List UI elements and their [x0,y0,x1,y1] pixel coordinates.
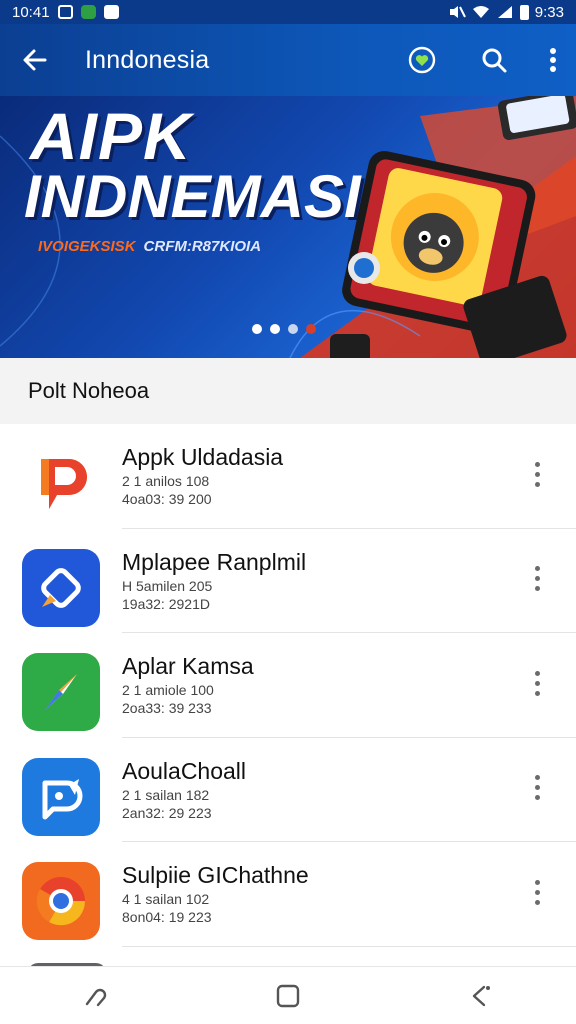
search-button[interactable] [458,24,530,96]
app-meta-2: 2an32: 29 223 [122,804,212,821]
app-meta-2: 2oa33: 39 233 [122,700,212,716]
section-header: Polt Noheoa [0,358,576,424]
pager-dot[interactable] [288,324,298,334]
item-more-button[interactable] [522,559,552,599]
app-name: Sulpiie GIChathne [122,862,309,888]
home-icon [276,984,300,1007]
home-button[interactable] [248,967,328,1024]
battery-icon [519,4,529,20]
banner-subtitle-orange: IVOIGEKSISK [38,238,136,255]
system-nav-bar [0,966,576,1024]
signal-icon [497,6,512,18]
app-meta-1: 4 1 sailan 102 [122,891,210,907]
app-meta-2: 4oa03: 39 200 [122,491,212,507]
chrome-icon [22,862,100,940]
list-item[interactable]: Aplar Kamsa 2 1 amiole 100 2oa33: 39 233 [0,633,576,738]
page-title: Inndonesia [85,45,210,74]
recents-button[interactable] [56,967,136,1024]
app-meta-1: H 5amilen 205 [122,577,213,594]
heart-icon [408,46,436,74]
app-name: Aplar Kamsa [122,653,254,679]
back-icon [472,985,490,1006]
list-item[interactable]: Sulpiie GIChathne 4 1 sailan 102 8on04: … [0,842,576,947]
list-item[interactable]: AoulaChoall 2 1 sailan 182 2an32: 29 223 [0,738,576,842]
banner-subtitle-white: CRFM:R87KIOIA [143,238,262,255]
more-options-button[interactable] [530,24,576,96]
diamond-pencil-icon [22,548,100,627]
message-icon [103,5,119,19]
back-button[interactable] [0,24,70,96]
pinterest-p-icon [22,444,100,522]
list-item[interactable]: Mplapee Ranplmil H 5amilen 205 19a32: 29… [0,529,576,633]
pager-dot[interactable] [306,324,316,334]
app-meta-2: 8on04: 19 223 [122,909,212,925]
compass-icon [22,653,100,731]
promo-banner[interactable]: AIPK INDNEMASI IVOIGEKSISK CRFM:R87KIOIA [0,96,576,358]
search-icon [482,48,507,73]
app-meta-2: 19a32: 2921D [122,595,210,612]
app-meta-1: 2 1 sailan 182 [122,786,210,803]
chat-bubble-icon [22,757,100,836]
mute-icon [449,6,466,18]
whatsapp-icon [80,5,96,19]
item-more-button[interactable] [522,663,552,703]
app-name: Mplapee Ranplmil [122,548,307,575]
app-name: Appk Uldadasia [122,444,284,470]
banner-pager [252,324,316,334]
banner-subtitle: IVOIGEKSISK CRFM:R87KIOIA [38,238,261,255]
arrow-left-icon [23,49,47,71]
gallery-icon [57,5,73,19]
pager-dot[interactable] [252,324,262,334]
app-name: AoulaChoall [122,757,247,784]
list-item[interactable]: Appk Uldadasia 2 1 anilos 108 4oa03: 39 … [0,424,576,529]
item-more-button[interactable] [522,768,552,808]
divider [122,945,576,947]
app-bar: Inndonesia [0,24,576,96]
nav-back-button[interactable] [440,967,520,1024]
app-list: Appk Uldadasia 2 1 anilos 108 4oa03: 39 … [0,424,576,993]
app-meta-1: 2 1 amiole 100 [122,682,214,698]
item-more-button[interactable] [522,454,552,494]
item-more-button[interactable] [522,872,552,912]
recents-icon [85,988,107,1006]
status-time: 10:41 [12,3,50,21]
status-bar: 10:41 9:33 [0,0,576,24]
more-vert-icon [550,48,556,72]
app-meta-1: 2 1 anilos 108 [122,473,210,489]
pager-dot[interactable] [270,324,280,334]
wifi-icon [472,6,489,18]
status-clock: 9:33 [534,3,564,21]
banner-title-line2: INDNEMASI [24,163,361,230]
favorite-button[interactable] [386,24,458,96]
